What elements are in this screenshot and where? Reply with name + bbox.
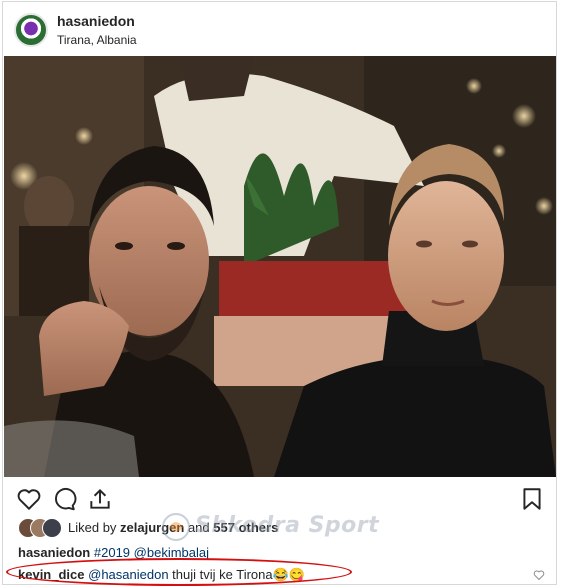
post-location[interactable]: Tirana, Albania — [57, 33, 137, 47]
photo-illustration — [4, 56, 556, 477]
likes-prefix: Liked by — [68, 520, 121, 535]
heart-icon[interactable] — [16, 486, 42, 512]
profile-avatar[interactable] — [14, 13, 48, 47]
liker-avatars — [18, 518, 66, 538]
watermark-logo-icon — [162, 513, 190, 541]
bookmark-icon[interactable] — [519, 486, 545, 512]
comment-like-heart-icon[interactable] — [533, 569, 545, 581]
share-icon[interactable] — [87, 486, 113, 512]
post-photo[interactable] — [4, 56, 556, 477]
post-username[interactable]: hasaniedon — [57, 13, 135, 29]
comment-icon[interactable] — [51, 486, 77, 512]
comment-highlight-ellipse — [6, 558, 352, 586]
instagram-post-card: hasaniedon Tirana, Albania Liked by zela… — [2, 1, 557, 585]
caption-username[interactable]: hasaniedon — [18, 545, 90, 560]
watermark-text: Shkodra Sport — [195, 513, 380, 538]
post-header: hasaniedon Tirana, Albania — [3, 2, 556, 54]
watermark: Shkodra Sport — [161, 510, 411, 544]
liker-avatar — [42, 518, 62, 538]
